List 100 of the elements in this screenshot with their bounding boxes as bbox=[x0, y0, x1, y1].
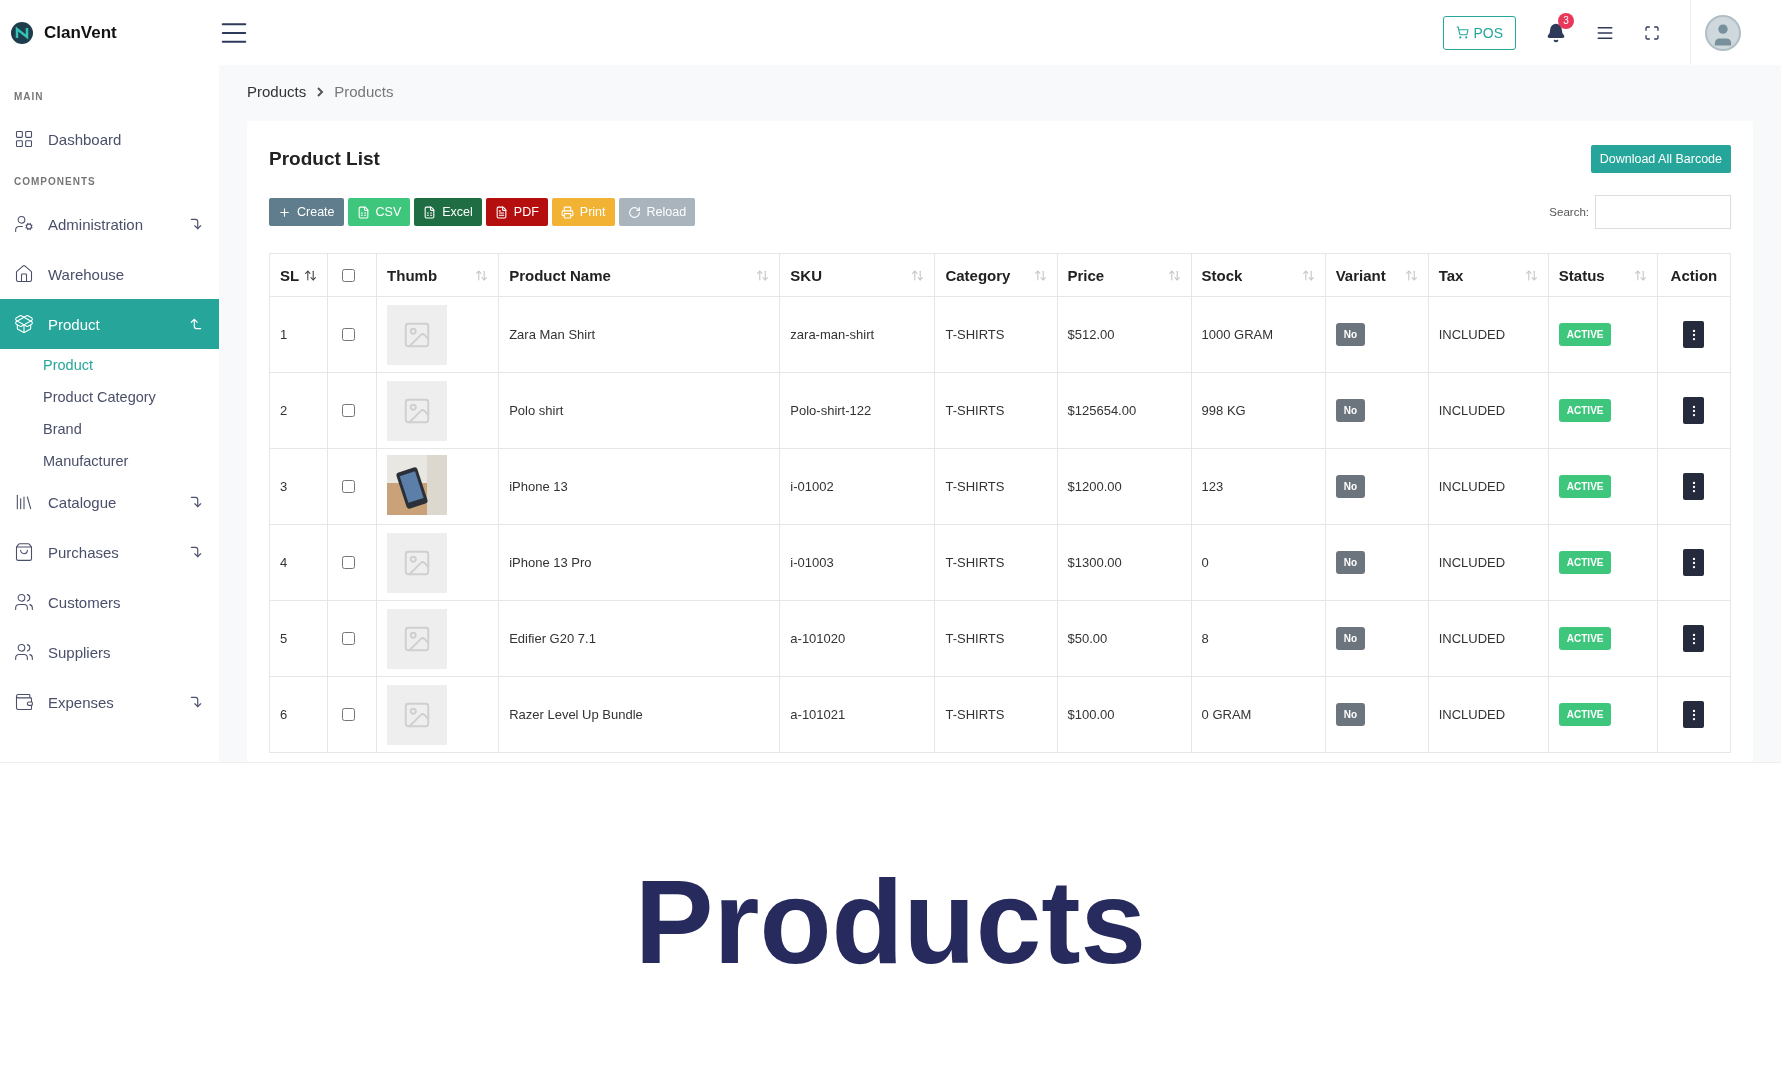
table-cell: INCLUDED bbox=[1428, 372, 1549, 449]
sidebar-item[interactable]: Administration bbox=[0, 199, 219, 249]
table-cell: $125654.00 bbox=[1057, 372, 1192, 449]
nav-icon bbox=[14, 542, 34, 562]
table-cell: 1000 GRAM bbox=[1191, 296, 1326, 373]
table-cell: INCLUDED bbox=[1428, 296, 1549, 373]
table-cell: 2 bbox=[269, 372, 328, 449]
table-cell: Razer Level Up Bundle bbox=[498, 676, 780, 753]
breadcrumb-link[interactable]: Products bbox=[247, 83, 307, 100]
user-avatar[interactable] bbox=[1705, 14, 1741, 51]
nav-icon bbox=[14, 314, 34, 334]
more-options-button[interactable] bbox=[1683, 625, 1705, 652]
status-badge: ACTIVE bbox=[1558, 703, 1612, 726]
table-cell: T-SHIRTS bbox=[934, 296, 1057, 373]
more-options-button[interactable] bbox=[1683, 321, 1705, 348]
table-cell: T-SHIRTS bbox=[934, 448, 1057, 525]
column-header[interactable]: SKU bbox=[790, 266, 822, 284]
table-cell: 1 bbox=[269, 296, 328, 373]
column-header[interactable]: Status bbox=[1558, 266, 1605, 284]
nav-icon bbox=[14, 642, 34, 662]
column-header[interactable]: Tax bbox=[1438, 266, 1464, 284]
excel-button[interactable]: Excel bbox=[414, 198, 482, 226]
chevron-icon bbox=[316, 86, 325, 97]
search-field[interactable] bbox=[1595, 195, 1731, 229]
column-header[interactable]: Product Name bbox=[509, 266, 611, 284]
create-button[interactable]: Create bbox=[269, 198, 344, 226]
table-cell: i-01003 bbox=[779, 524, 935, 601]
nav-icon bbox=[14, 492, 34, 512]
row-checkbox[interactable] bbox=[342, 556, 356, 569]
printer-icon bbox=[560, 205, 574, 219]
spreadsheet-icon bbox=[356, 205, 370, 219]
variant-badge: No bbox=[1335, 551, 1365, 574]
fullscreen-icon[interactable] bbox=[1644, 24, 1660, 41]
more-options-button[interactable] bbox=[1683, 549, 1705, 576]
more-options-button[interactable] bbox=[1683, 473, 1705, 500]
sidebar-section-label: COMPONENTS bbox=[13, 175, 97, 189]
table-cell: INCLUDED bbox=[1428, 600, 1549, 677]
document-icon bbox=[494, 205, 508, 219]
cart-icon bbox=[1456, 26, 1470, 39]
table-cell: Polo shirt bbox=[498, 372, 780, 449]
table-cell: $100.00 bbox=[1057, 676, 1192, 753]
sidebar-item[interactable]: Catalogue bbox=[0, 477, 219, 527]
column-header[interactable]: Thumb bbox=[387, 266, 438, 284]
pdf-button[interactable]: PDF bbox=[485, 198, 548, 226]
table-cell: T-SHIRTS bbox=[934, 676, 1057, 753]
column-header: Action bbox=[1657, 253, 1731, 297]
row-checkbox[interactable] bbox=[342, 328, 356, 341]
nav-icon bbox=[14, 692, 34, 712]
table-cell: Edifier G20 7.1 bbox=[498, 600, 780, 677]
spreadsheet-icon bbox=[423, 205, 437, 219]
sidebar-item[interactable]: Warehouse bbox=[0, 249, 219, 299]
table-cell: iPhone 13 Pro bbox=[498, 524, 780, 601]
sidebar-section-label: MAIN bbox=[13, 90, 45, 104]
column-header[interactable]: Price bbox=[1067, 266, 1105, 284]
image-placeholder-icon bbox=[387, 380, 448, 441]
plus-icon bbox=[278, 205, 291, 219]
image-placeholder-icon bbox=[387, 684, 448, 745]
variant-badge: No bbox=[1335, 627, 1365, 650]
row-checkbox[interactable] bbox=[342, 480, 356, 493]
table-cell: Zara Man Shirt bbox=[498, 296, 780, 373]
variant-badge: No bbox=[1335, 475, 1365, 498]
sort-icon[interactable] bbox=[304, 268, 318, 282]
status-badge: ACTIVE bbox=[1558, 475, 1612, 498]
sidebar-subitem[interactable]: Brand bbox=[0, 413, 219, 445]
sidebar-subitem[interactable]: Product Category bbox=[0, 381, 219, 413]
table-cell: a-101020 bbox=[779, 600, 935, 677]
nav-icon bbox=[14, 214, 34, 234]
nav-icon bbox=[14, 264, 34, 284]
more-options-button[interactable] bbox=[1683, 701, 1705, 728]
column-header[interactable]: SL bbox=[280, 266, 300, 284]
row-checkbox[interactable] bbox=[342, 708, 356, 721]
column-header[interactable]: Stock bbox=[1201, 266, 1243, 284]
sidebar-item[interactable]: Purchases bbox=[0, 527, 219, 577]
table-cell: 3 bbox=[269, 448, 328, 525]
nav-icon bbox=[14, 592, 34, 612]
breadcrumb-link[interactable]: Products bbox=[334, 83, 394, 100]
image-placeholder-icon bbox=[387, 608, 448, 669]
sidebar-item[interactable]: Expenses bbox=[0, 677, 219, 727]
sidebar-subitem[interactable]: Manufacturer bbox=[0, 445, 219, 477]
image-placeholder-icon bbox=[387, 304, 448, 365]
row-checkbox[interactable] bbox=[342, 404, 356, 417]
status-badge: ACTIVE bbox=[1558, 399, 1612, 422]
sidebar-item[interactable]: Customers bbox=[0, 577, 219, 627]
logo-icon bbox=[10, 20, 34, 45]
table-cell: T-SHIRTS bbox=[934, 524, 1057, 601]
caption-heading: Products bbox=[634, 855, 1147, 990]
image-placeholder-icon bbox=[387, 532, 448, 593]
table-cell: T-SHIRTS bbox=[934, 372, 1057, 449]
sidebar-item[interactable]: Dashboard bbox=[0, 114, 219, 164]
variant-badge: No bbox=[1335, 323, 1365, 346]
table-cell: zara-man-shirt bbox=[779, 296, 935, 373]
more-options-button[interactable] bbox=[1683, 397, 1705, 424]
sidebar-item[interactable]: Suppliers bbox=[0, 627, 219, 677]
select-all-checkbox[interactable] bbox=[342, 268, 356, 282]
status-badge: ACTIVE bbox=[1558, 551, 1612, 574]
bell-icon[interactable] bbox=[1546, 22, 1566, 43]
table-cell: $1300.00 bbox=[1057, 524, 1192, 601]
table-cell: 8 bbox=[1191, 600, 1326, 677]
table-cell: INCLUDED bbox=[1428, 448, 1549, 525]
row-checkbox[interactable] bbox=[342, 632, 356, 645]
